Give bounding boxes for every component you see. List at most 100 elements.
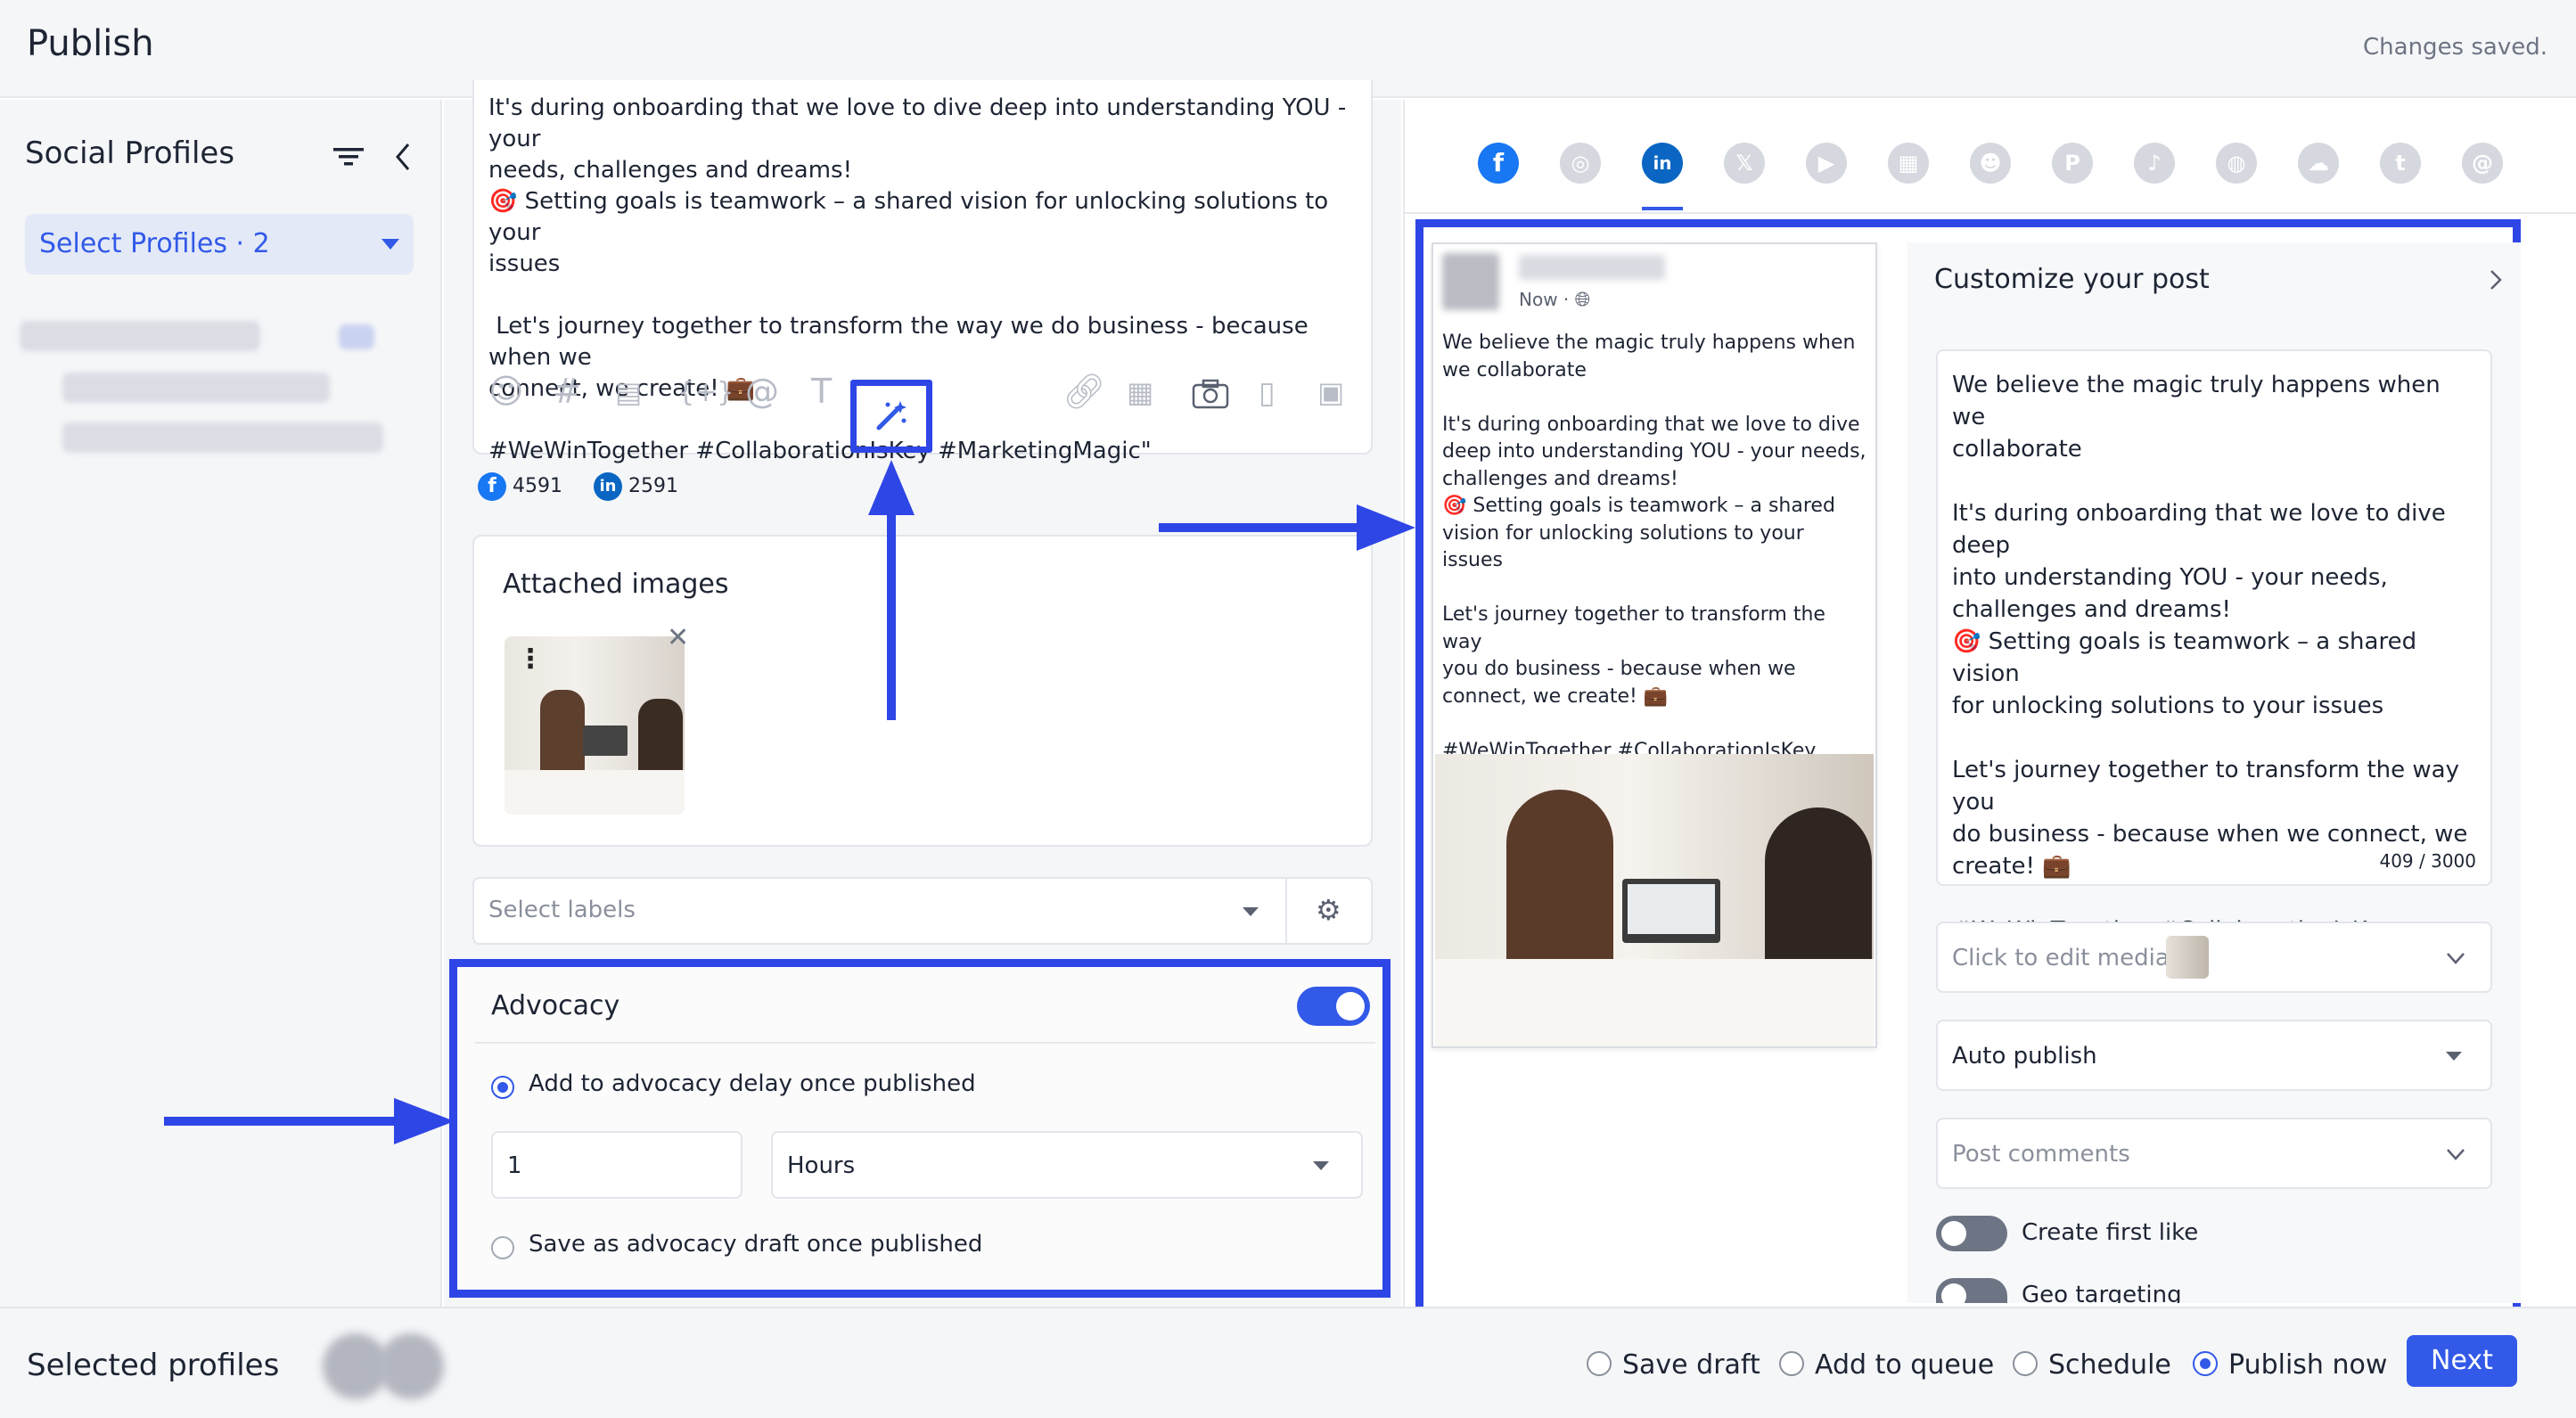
filter-icon[interactable] [332, 143, 365, 171]
edit-media-field[interactable]: Click to edit media [1936, 922, 2492, 993]
save-status: Changes saved. [2363, 34, 2547, 61]
post-preview-card: Now · 🌐︎ We believe the magic truly happ… [1432, 242, 1877, 1048]
linkedin-icon: in [593, 472, 622, 501]
geo-targeting-toggle[interactable] [1936, 1278, 2007, 1308]
settings-gear-icon[interactable]: ⚙ [1316, 893, 1341, 927]
sidebar-title: Social Profiles [25, 135, 235, 171]
hashtag-icon[interactable]: # [553, 374, 581, 408]
customize-title: Customize your post [1934, 264, 2210, 295]
labels-placeholder: Select labels [488, 897, 636, 923]
publish-mode-value: Auto publish [1952, 1043, 2097, 1070]
gallery-icon[interactable]: ▣ [1317, 378, 1344, 406]
mention-icon[interactable]: @ [745, 374, 779, 408]
attached-images-title: Attached images [503, 569, 729, 600]
link-icon[interactable]: 🔗︎ [1062, 374, 1105, 408]
next-button[interactable]: Next [2407, 1335, 2517, 1387]
delay-amount-input[interactable]: 1 [491, 1131, 742, 1199]
advocacy-draft-label: Save as advocacy draft once published [529, 1231, 983, 1258]
delay-amount-value: 1 [507, 1152, 522, 1179]
profile-row[interactable] [62, 373, 330, 403]
divider [475, 1042, 1375, 1044]
post-comments-field[interactable]: Post comments [1936, 1118, 2492, 1189]
geo-targeting-label: Geo targeting [2022, 1282, 2182, 1303]
first-like-label: Create first like [2022, 1219, 2199, 1246]
facebook-count: 4591 [513, 475, 562, 497]
caret-down-icon [381, 239, 399, 250]
schedule-label: Schedule [2048, 1349, 2171, 1381]
pinterest-icon[interactable]: P [2052, 143, 2093, 184]
avatar [1442, 253, 1499, 310]
first-like-toggle[interactable] [1936, 1216, 2007, 1251]
bluesky-icon[interactable]: ☁ [2298, 143, 2339, 184]
active-tab-indicator [1642, 207, 1683, 210]
schedule-radio[interactable] [2013, 1351, 2038, 1376]
text-format-icon[interactable]: T [811, 374, 832, 408]
profile-row[interactable] [62, 422, 383, 453]
customize-panel: Customize your post We believe the magic… [1907, 242, 2521, 1308]
add-to-queue-label: Add to queue [1815, 1349, 1995, 1381]
advocacy-draft-radio[interactable] [491, 1236, 514, 1259]
advocacy-section: Advocacy Add to advocacy delay once publ… [449, 959, 1391, 1298]
threads-icon[interactable]: @ [2462, 143, 2503, 184]
divider [1285, 879, 1287, 943]
reddit-icon[interactable]: ☻ [1970, 143, 2011, 184]
document-icon[interactable]: ▯ [1259, 378, 1276, 408]
facebook-icon[interactable]: f [1478, 143, 1519, 184]
preview-text: We believe the magic truly happens when … [1442, 332, 1866, 789]
media-library-icon[interactable]: ▦ [1127, 378, 1153, 406]
page-title: Publish [27, 23, 154, 64]
camera-icon[interactable] [1191, 378, 1230, 410]
post-comments-label: Post comments [1952, 1141, 2130, 1168]
save-draft-radio[interactable] [1587, 1351, 1612, 1376]
emoji-icon[interactable]: ☺ [488, 374, 524, 408]
linkedin-count: 2591 [628, 475, 678, 497]
profile-group-badge [339, 324, 374, 349]
linkedin-icon[interactable]: in [1642, 143, 1683, 184]
select-profiles-dropdown[interactable]: Select Profiles · 2 [25, 214, 414, 275]
template-icon[interactable]: ▤ [615, 378, 642, 406]
select-profiles-label: Select Profiles · 2 [39, 228, 270, 259]
tiktok-icon[interactable]: ♪ [2134, 143, 2175, 184]
chevron-down-icon [2447, 1149, 2465, 1160]
facebook-icon: f [478, 472, 506, 501]
edit-media-label: Click to edit media [1952, 945, 2170, 971]
variable-icon[interactable]: {+} [677, 380, 734, 406]
globe-icon: 🌐︎ [1574, 289, 1591, 311]
labels-select[interactable]: Select labels ⚙ [472, 877, 1373, 945]
tumblr-icon[interactable]: t [2380, 143, 2421, 184]
publish-mode-select[interactable]: Auto publish [1936, 1020, 2492, 1091]
youtube-icon[interactable]: ▶ [1806, 143, 1847, 184]
save-draft-label: Save draft [1622, 1349, 1760, 1381]
ai-wand-icon[interactable] [874, 398, 909, 433]
chevron-down-icon [2447, 953, 2465, 964]
publish-now-label: Publish now [2228, 1349, 2388, 1381]
delay-unit-select[interactable]: Hours [771, 1131, 1363, 1199]
advocacy-delay-label: Add to advocacy delay once published [529, 1070, 976, 1097]
google-business-icon[interactable]: ▦ [1888, 143, 1929, 184]
divider [1405, 212, 2576, 214]
customize-text-box[interactable]: We believe the magic truly happens when … [1936, 349, 2492, 976]
advocacy-title: Advocacy [491, 990, 620, 1021]
caret-down-icon [1243, 907, 1259, 916]
footer-bar: Selected profiles Save draft Add to queu… [0, 1307, 2576, 1418]
customize-text[interactable]: We believe the magic truly happens when … [1952, 369, 2480, 979]
x-icon[interactable]: 𝕏 [1724, 143, 1765, 184]
selected-profiles-title: Selected profiles [27, 1348, 280, 1383]
avatar [378, 1333, 444, 1399]
instagram-icon[interactable]: ◎ [1560, 143, 1601, 184]
profile-group-row[interactable] [20, 321, 260, 351]
profile-name [1519, 255, 1665, 280]
remove-image-icon[interactable]: ✕ [667, 622, 689, 653]
add-to-queue-radio[interactable] [1779, 1351, 1804, 1376]
post-time: Now · [1519, 289, 1570, 310]
more-options-icon[interactable]: ⋮ [517, 643, 544, 675]
publish-now-radio[interactable] [2193, 1351, 2218, 1376]
caret-down-icon [1313, 1161, 1329, 1170]
advocacy-toggle[interactable] [1297, 987, 1370, 1026]
advocacy-delay-radio[interactable] [491, 1076, 514, 1099]
chevron-left-icon[interactable] [390, 141, 415, 173]
media-thumbnail [2166, 936, 2209, 979]
snapchat-icon[interactable]: ◍ [2216, 143, 2257, 184]
chevron-right-icon[interactable] [2487, 267, 2505, 292]
post-meta: Now · 🌐︎ [1519, 289, 1590, 311]
